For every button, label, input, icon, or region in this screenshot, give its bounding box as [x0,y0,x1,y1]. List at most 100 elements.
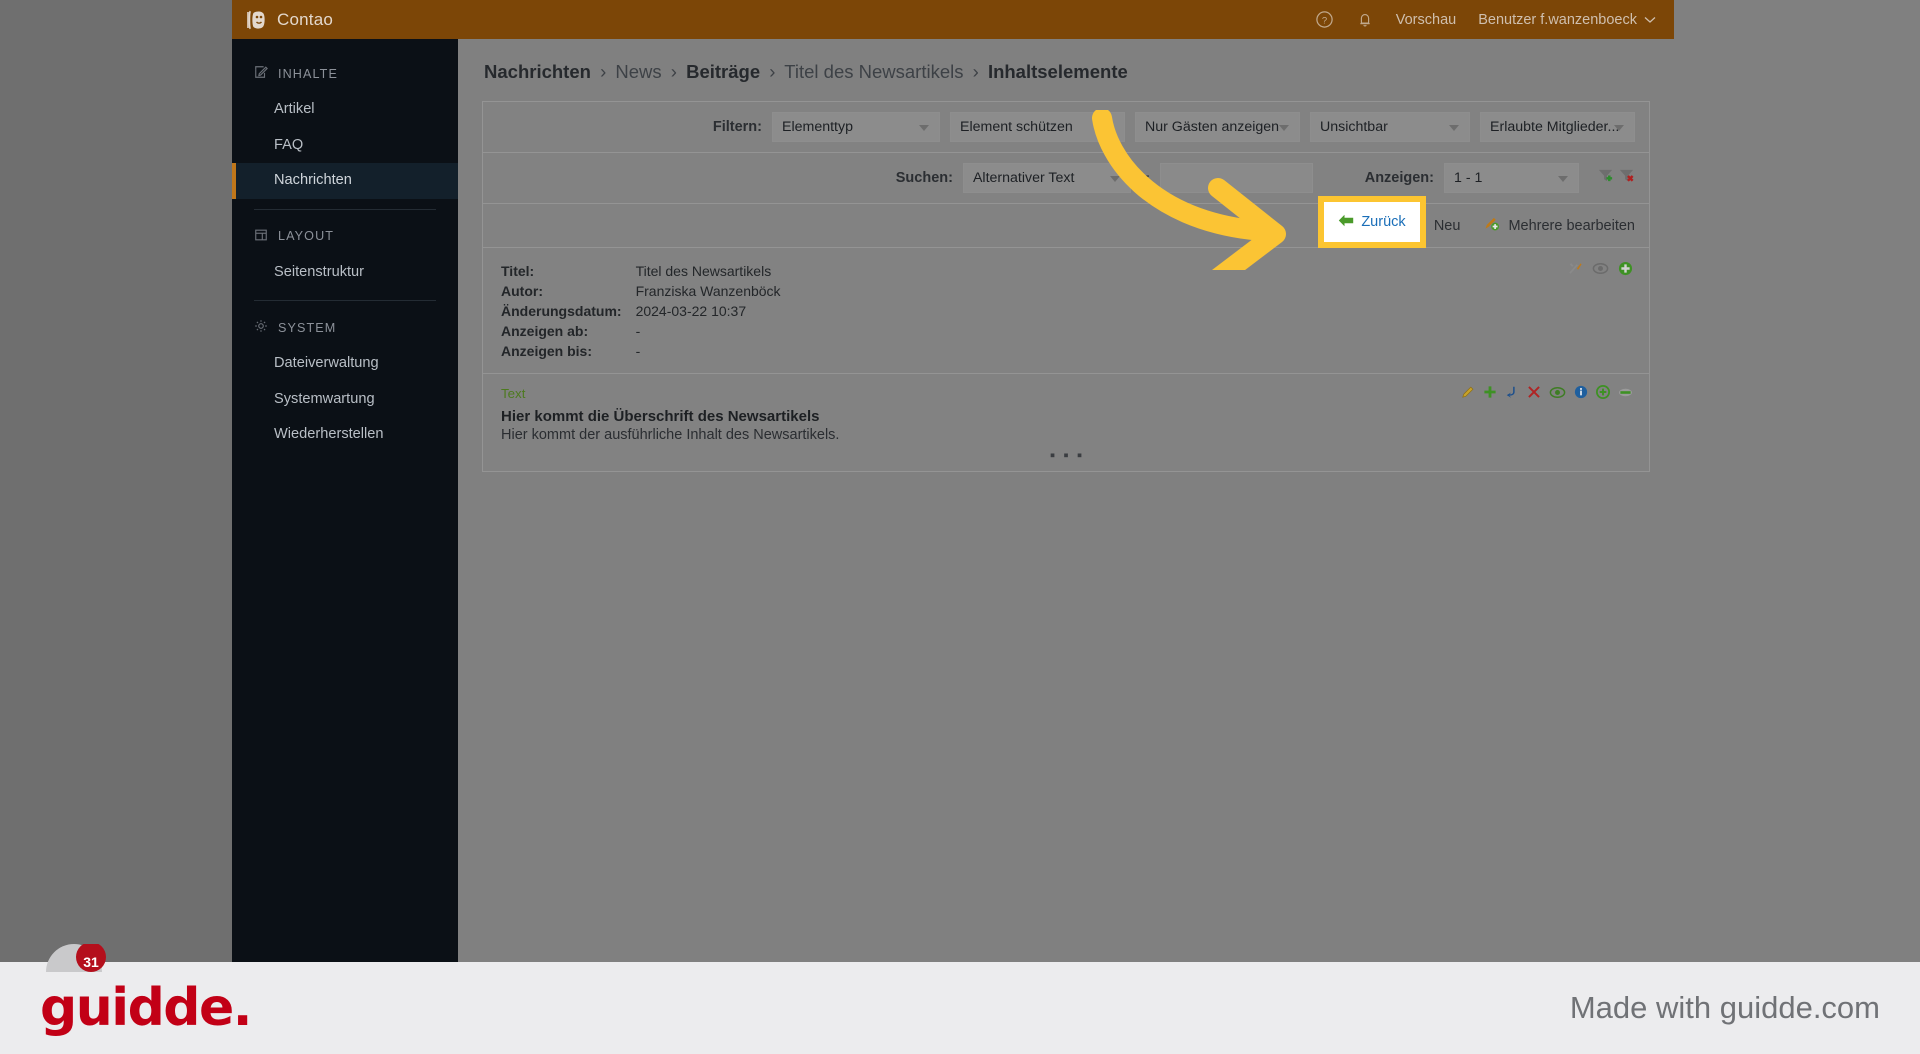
sidebar-item-seitenstruktur[interactable]: Seitenstruktur [232,255,458,291]
edit-multiple-button[interactable]: Mehrere bearbeiten [1484,216,1635,235]
bell-icon[interactable] [1356,10,1374,29]
breadcrumb-item-4: Inhaltselemente [987,61,1128,82]
search-field-select[interactable]: Alternativer Text [962,163,1131,193]
add-plus-icon[interactable] [1483,385,1497,404]
sidebar-item-dateiverwaltung[interactable]: Dateiverwaltung [232,346,458,382]
search-operator: = [1140,169,1150,187]
funnel-add-icon[interactable] [1597,167,1614,189]
search-input[interactable] [1159,163,1313,193]
new-button-label: Neu [1433,217,1461,234]
meta-value: 2024-03-22 10:37 [635,302,747,319]
toggle-visibility-icon[interactable] [1592,262,1609,280]
filter-select-elementtyp[interactable]: Elementtyp [772,112,940,142]
meta-row: Anzeigen bis: - [501,342,781,362]
breadcrumb-separator: › [600,61,607,82]
edit-pencil-icon[interactable] [1461,385,1475,404]
funnel-remove-icon[interactable] [1618,167,1635,189]
meta-value: Titel des Newsartikels [635,263,772,279]
delete-x-icon[interactable] [1527,385,1541,404]
sidebar: INHALTE Artikel FAQ Nachrichten LAYOUT S… [232,39,458,962]
element-overflow-indicator: ▪ ▪ ▪ [1049,447,1085,465]
info-icon[interactable] [1574,385,1588,404]
multi-edit-icon [1484,216,1500,235]
notification-badge-partial: 31 [46,944,120,972]
sidebar-group-system: SYSTEM Dateiverwaltung Systemwartung Wie… [232,309,458,453]
back-button-label: Zurück [1361,214,1406,230]
sidebar-item-wiederherstellen[interactable]: Wiederherstellen [232,417,458,453]
meta-value: - [635,342,641,359]
brand-name: Contao [277,9,334,29]
breadcrumb-item-1[interactable]: News [615,61,661,82]
add-circle-icon[interactable] [1596,385,1610,404]
back-button[interactable]: Zurück [1324,202,1420,242]
meta-value: - [635,322,641,339]
toggle-visibility-icon[interactable] [1549,386,1566,404]
meta-row: Autor: Franziska Wanzenböck [501,282,781,302]
duplicate-arrow-icon[interactable] [1505,385,1519,404]
funnel-actions [1597,167,1635,189]
toggle-nodes-icon[interactable] [1568,261,1583,281]
meta-row: Änderungsdatum: 2024-03-22 10:37 [501,302,781,322]
guidde-logo: guidde. [40,978,253,1038]
sidebar-group-header-inhalte: INHALTE [232,55,458,92]
meta-key: Änderungsdatum: [501,302,622,319]
svg-text:?: ? [1322,15,1327,26]
breadcrumb-separator: › [670,61,677,82]
sidebar-group-header-system: SYSTEM [232,309,458,346]
breadcrumb: Nachrichten › News › Beiträge › Titel de… [482,55,1650,101]
filter-row: Filtern: Elementtyp Element schützen Nur… [483,102,1649,153]
arrow-left-icon [1338,214,1354,231]
meta-key: Anzeigen bis: [501,342,593,359]
breadcrumb-item-2[interactable]: Beiträge [686,61,760,82]
show-range-select[interactable]: 1 - 1 [1444,163,1579,193]
chevron-down-icon [1644,12,1656,28]
sidebar-group-label: INHALTE [278,66,338,81]
sidebar-group-layout: LAYOUT Seitenstruktur [232,218,458,291]
sidebar-group-header-layout: LAYOUT [232,218,458,255]
sidebar-item-faq[interactable]: FAQ [232,128,458,164]
search-label: Suchen: [895,170,953,186]
layout-panel-icon [254,228,268,245]
meta-row: Anzeigen ab: - [501,322,781,342]
preview-link[interactable]: Vorschau [1396,12,1456,28]
main-content: Nachrichten › News › Beiträge › Titel de… [458,39,1674,962]
user-menu[interactable]: Benutzer f.wanzenboeck [1478,12,1656,28]
top-bar-right: ? Vorschau Benutzer f.wanzenboeck [1315,10,1674,29]
meta-row: Titel: Titel des Newsartikels [501,262,781,282]
sidebar-group-inhalte: INHALTE Artikel FAQ Nachrichten [232,55,458,199]
content-element: Text Hier kommt die Überschrift des News… [483,374,1649,471]
record-header-actions [1568,261,1633,281]
element-actions [1461,385,1633,404]
edit-multiple-label: Mehrere bearbeiten [1508,217,1635,234]
element-body-text: Hier kommt der ausführliche Inhalt des N… [501,427,840,444]
breadcrumb-item-0[interactable]: Nachrichten [484,61,591,82]
record-meta: Titel: Titel des Newsartikels Autor: Fra… [501,262,781,361]
brand[interactable]: Contao [232,10,333,30]
sidebar-item-artikel[interactable]: Artikel [232,92,458,128]
sidebar-group-label: SYSTEM [278,320,337,335]
records-panel: Filtern: Elementtyp Element schützen Nur… [482,101,1650,473]
filter-select-unsichtbar[interactable]: Unsichtbar [1310,112,1470,142]
breadcrumb-item-3[interactable]: Titel des Newsartikels [784,61,963,82]
meta-key: Anzeigen ab: [501,322,589,339]
filter-select-element-schuetzen[interactable]: Element schützen [950,112,1125,142]
filter-select-erlaubte-mitglieder[interactable]: Erlaubte Mitglieder... [1480,112,1635,142]
contao-logo-icon [246,10,268,30]
add-circle-icon[interactable] [1618,261,1633,281]
filter-select-nur-gaesten-anzeigen[interactable]: Nur Gästen anzeigen [1135,112,1300,142]
sidebar-item-systemwartung[interactable]: Systemwartung [232,382,458,418]
drag-handle-icon[interactable] [1618,386,1633,404]
search-row: Suchen: Alternativer Text = Anzeigen: 1 … [483,153,1649,204]
breadcrumb-separator: › [972,61,979,82]
page-backdrop-left [0,0,232,962]
application-window: Contao ? Vorschau Benutzer f.wanzenboeck [0,0,1920,972]
meta-value: Franziska Wanzenböck [635,282,781,299]
sidebar-divider-2 [254,300,436,301]
help-circle-icon[interactable]: ? [1315,10,1334,29]
sidebar-item-nachrichten[interactable]: Nachrichten [232,163,458,199]
element-headline: Hier kommt die Überschrift des Newsartik… [501,408,820,426]
sidebar-group-label: LAYOUT [278,229,335,243]
guidde-footer: guidde. Made with guidde.com [0,962,1920,1054]
meta-key: Titel: [501,263,535,279]
made-with-guidde-label: Made with guidde.com [1569,990,1880,1025]
